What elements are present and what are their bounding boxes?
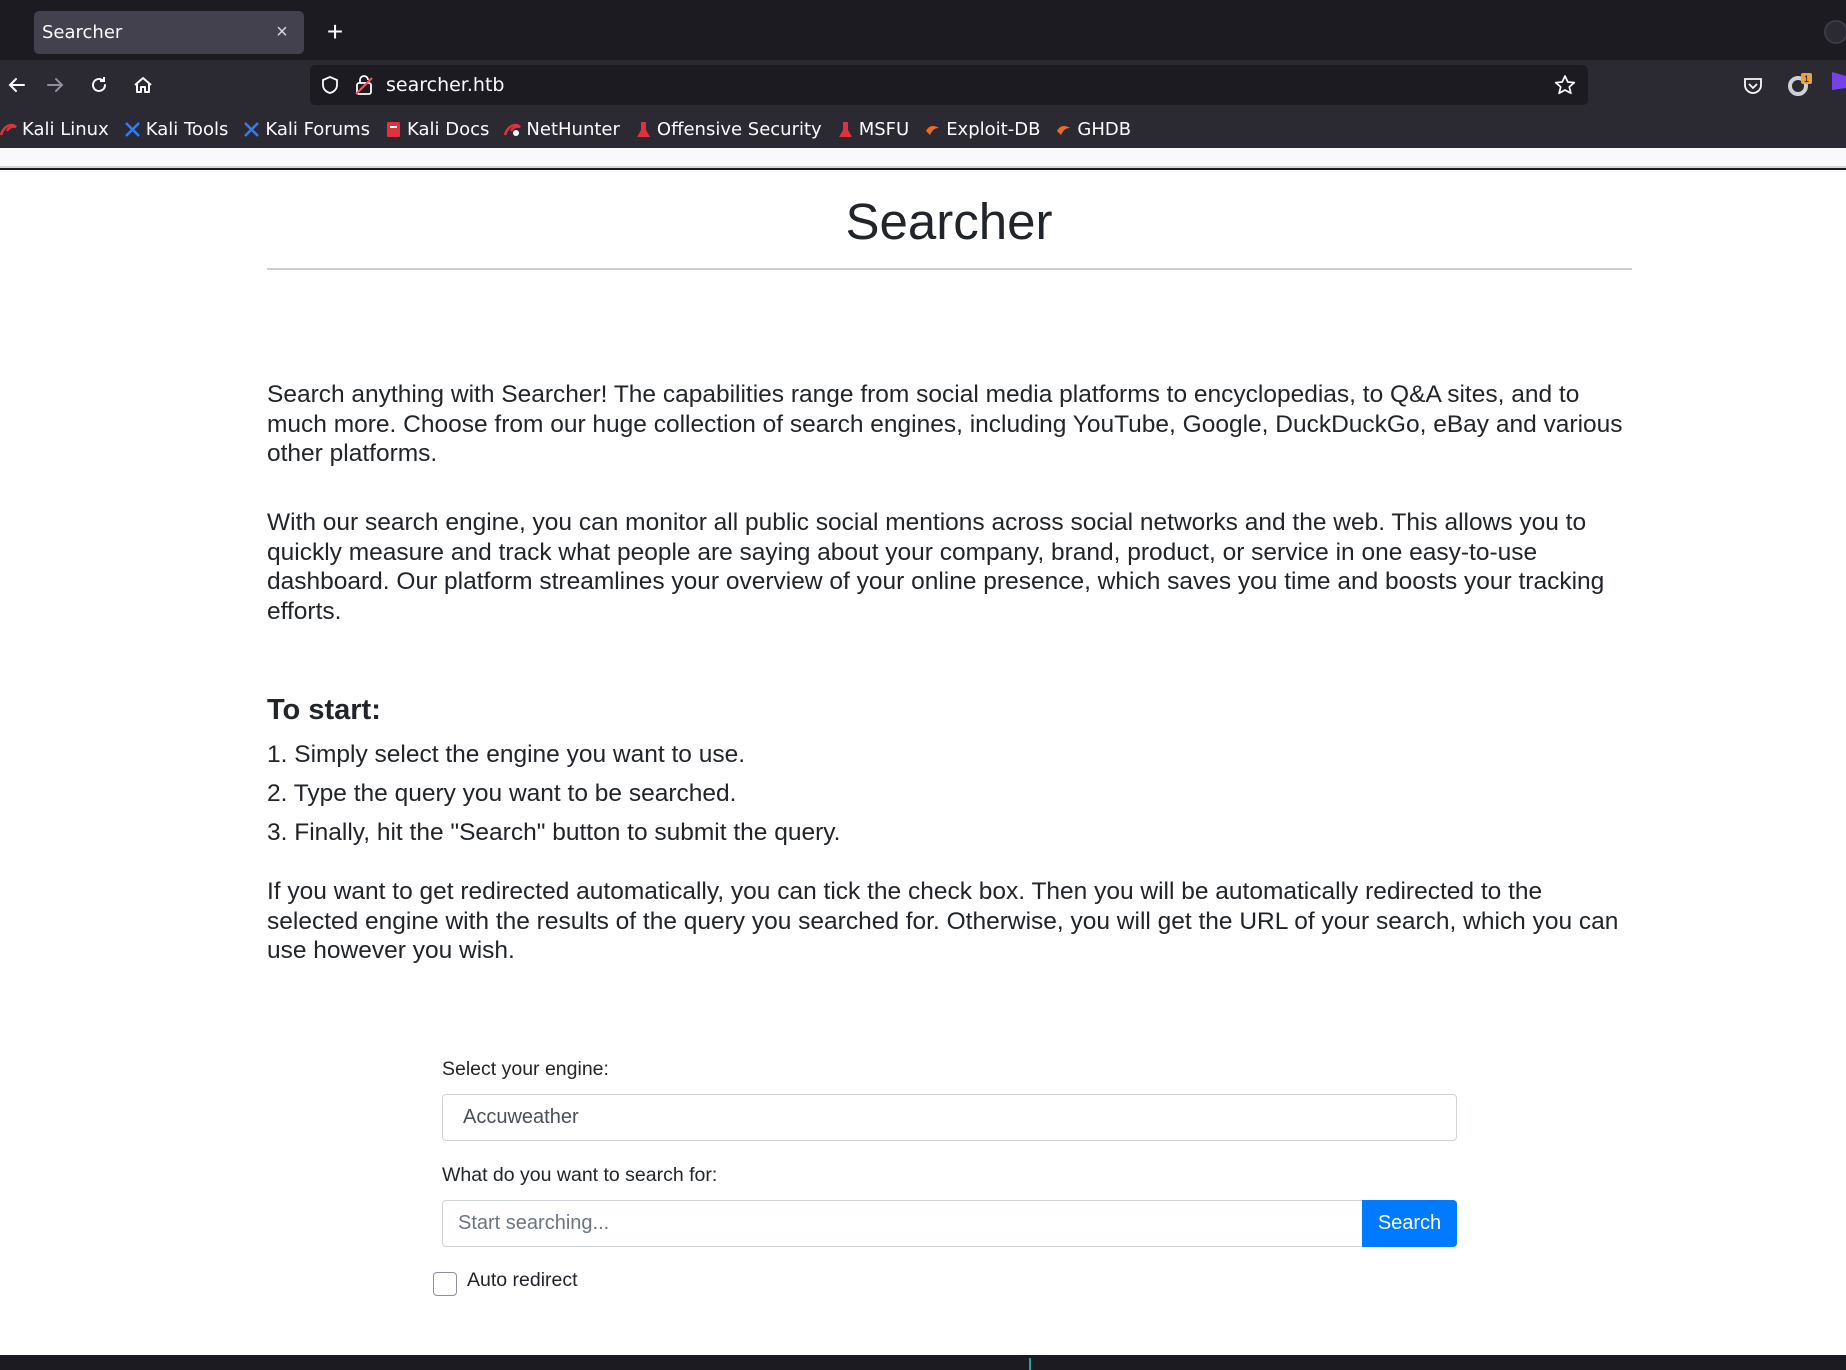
bookmark-kali-docs[interactable]: Kali Docs xyxy=(385,119,489,140)
bookmark-kali-forums[interactable]: Kali Forums xyxy=(243,119,370,140)
nethunter-icon xyxy=(504,123,522,136)
extension-badge-count: 1 xyxy=(1804,74,1809,84)
search-button[interactable]: Search xyxy=(1362,1200,1457,1247)
bookmark-ghdb[interactable]: GHDB xyxy=(1055,119,1131,140)
navigation-toolbar: searcher.htb 1 xyxy=(0,60,1846,110)
back-arrow-icon xyxy=(8,78,25,92)
home-icon xyxy=(134,77,152,93)
taskbar-indicator xyxy=(1029,1358,1031,1370)
reload-button[interactable] xyxy=(82,68,116,102)
step-item: 3. Finally, hit the "Search" button to s… xyxy=(267,819,841,846)
browser-tab-active[interactable]: Searcher × xyxy=(34,11,304,54)
web-page: Searcher Search anything with Searcher! … xyxy=(0,170,1846,1355)
bookmark-label: GHDB xyxy=(1077,118,1132,140)
kali-docs-icon xyxy=(387,121,401,137)
new-tab-button[interactable]: + xyxy=(318,16,352,50)
kali-dragon-icon xyxy=(0,123,17,135)
redirect-info-paragraph: If you want to get redirected automatica… xyxy=(267,878,1619,964)
kali-tools-icon xyxy=(124,121,140,137)
msfu-icon xyxy=(838,121,852,137)
address-bar[interactable]: searcher.htb xyxy=(310,65,1588,105)
step-item: 2. Type the query you want to be searche… xyxy=(267,780,737,807)
bookmark-label: Kali Forums xyxy=(265,118,371,140)
bookmark-label: Kali Tools xyxy=(145,118,229,140)
bookmark-kali-linux[interactable]: Kali Linux xyxy=(0,119,109,140)
extension-purple-icon[interactable] xyxy=(1832,68,1846,99)
pocket-button[interactable] xyxy=(1736,68,1770,102)
kali-forums-icon xyxy=(244,121,260,137)
bookmark-label: Offensive Security xyxy=(656,118,822,140)
to-start-heading: To start: xyxy=(267,694,381,726)
ghdb-icon xyxy=(1057,125,1071,135)
bookmark-kali-tools[interactable]: Kali Tools xyxy=(124,118,229,140)
url-text[interactable]: searcher.htb xyxy=(386,74,504,96)
intro-paragraph: Search anything with Searcher! The capab… xyxy=(267,381,1623,467)
bookmark-star-icon[interactable] xyxy=(1554,74,1576,96)
page-top-edge xyxy=(0,148,1846,168)
engine-select[interactable]: Accuweather xyxy=(442,1094,1457,1141)
home-button[interactable] xyxy=(126,68,160,102)
bookmark-exploit-db[interactable]: Exploit-DB xyxy=(924,119,1040,140)
pocket-icon xyxy=(1744,78,1762,94)
monitoring-paragraph: With our search engine, you can monitor … xyxy=(267,509,1605,625)
reload-icon xyxy=(92,77,106,92)
bookmark-label: MSFU xyxy=(858,118,910,140)
bookmark-label: Kali Linux xyxy=(22,118,109,140)
bookmark-label: Exploit-DB xyxy=(946,118,1041,140)
search-query-input[interactable] xyxy=(442,1200,1363,1247)
bookmark-nethunter[interactable]: NetHunter xyxy=(504,118,620,140)
browser-tab-strip: Searcher × + xyxy=(0,0,1846,60)
tab-close-icon[interactable]: × xyxy=(270,21,294,44)
bookmarks-toolbar: Kali Linux Kali Tools Kali Forums Kali D… xyxy=(0,110,1846,148)
bookmark-offensive-security[interactable]: Offensive Security xyxy=(635,119,822,140)
engine-select-label: Select your engine: xyxy=(442,1058,609,1080)
forward-button[interactable] xyxy=(38,68,72,102)
title-divider xyxy=(267,268,1632,270)
insecure-lock-icon[interactable] xyxy=(354,74,374,96)
extension-ring-icon: 1 xyxy=(1788,73,1812,96)
steps-list: 1. Simply select the engine you want to … xyxy=(267,740,840,857)
extension-button[interactable]: 1 xyxy=(1782,68,1816,102)
auto-redirect-checkbox[interactable] xyxy=(433,1272,457,1296)
step-item: 1. Simply select the engine you want to … xyxy=(267,741,746,768)
bookmark-label: Kali Docs xyxy=(407,118,490,140)
auto-redirect-label[interactable]: Auto redirect xyxy=(467,1269,578,1292)
exploit-db-icon xyxy=(926,125,940,135)
offsec-icon xyxy=(636,121,650,137)
back-button[interactable] xyxy=(0,68,34,102)
bookmark-msfu[interactable]: MSFU xyxy=(837,119,909,140)
bookmark-label: NetHunter xyxy=(526,118,620,140)
query-input-label: What do you want to search for: xyxy=(442,1164,718,1186)
tab-title: Searcher xyxy=(42,22,123,43)
forward-arrow-icon xyxy=(47,78,64,92)
window-control-icon[interactable] xyxy=(1824,20,1846,44)
page-title: Searcher xyxy=(845,193,1053,250)
bottom-taskbar-edge xyxy=(0,1355,1846,1370)
tracking-shield-icon[interactable] xyxy=(320,75,340,95)
